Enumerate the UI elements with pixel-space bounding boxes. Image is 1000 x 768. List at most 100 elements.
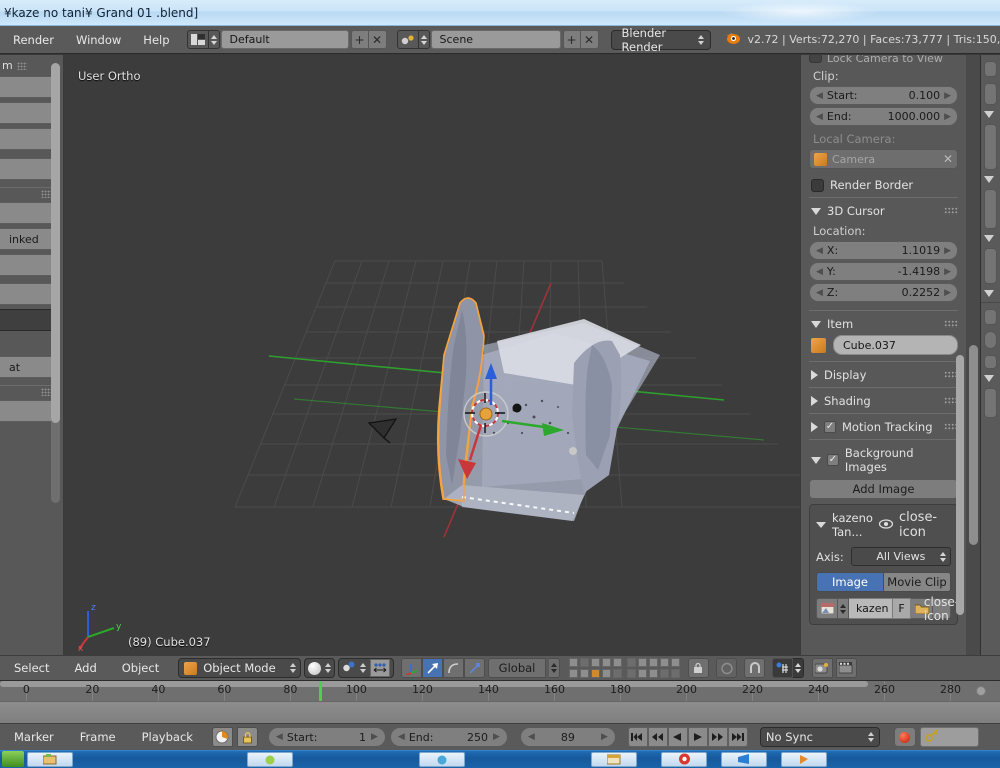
lock-camera-checkbox[interactable] bbox=[809, 55, 822, 63]
decrement-arrow-icon[interactable]: ◀ bbox=[816, 112, 823, 122]
panel-header-background-images[interactable]: ✓ Background Images bbox=[811, 446, 958, 474]
decrement-arrow-icon[interactable]: ◀ bbox=[816, 246, 823, 256]
fake-user-button[interactable]: F bbox=[893, 598, 911, 619]
viewport-scrollbar[interactable] bbox=[966, 55, 980, 655]
taskbar-item[interactable] bbox=[781, 751, 827, 767]
decrement-arrow-icon[interactable]: ◀ bbox=[528, 732, 535, 742]
viewport-scrollbar-thumb[interactable] bbox=[969, 345, 978, 545]
menu-object[interactable]: Object bbox=[111, 656, 170, 680]
source-tab-image[interactable]: Image bbox=[816, 572, 884, 592]
properties-field[interactable] bbox=[984, 331, 997, 349]
menu-window[interactable]: Window bbox=[65, 27, 132, 53]
toolshelf-button-linked[interactable]: inked bbox=[0, 228, 57, 250]
cursor-x-field[interactable]: ◀ X: 1.1019 ▶ bbox=[809, 241, 958, 260]
decrement-arrow-icon[interactable]: ◀ bbox=[816, 288, 823, 298]
cursor-z-field[interactable]: ◀ Z: 0.2252 ▶ bbox=[809, 283, 958, 302]
screen-layout-selector[interactable]: Default + ✕ bbox=[186, 30, 387, 49]
properties-panel-scrollbar[interactable] bbox=[956, 355, 964, 615]
chevron-down-icon[interactable] bbox=[984, 235, 994, 242]
transform-orientation-value[interactable]: Global bbox=[487, 658, 547, 678]
chevron-down-icon[interactable] bbox=[984, 111, 994, 118]
decrement-arrow-icon[interactable]: ◀ bbox=[816, 267, 823, 277]
scene-layers-grid[interactable] bbox=[569, 658, 681, 678]
render-border-checkbox-row[interactable]: Render Border bbox=[811, 178, 958, 192]
panel-header-item[interactable]: Item bbox=[811, 317, 958, 331]
properties-field[interactable] bbox=[984, 83, 997, 105]
increment-arrow-icon[interactable]: ▶ bbox=[944, 246, 951, 256]
chevron-down-icon[interactable] bbox=[984, 375, 994, 382]
play-reverse-icon[interactable] bbox=[667, 727, 688, 747]
increment-arrow-icon[interactable]: ▶ bbox=[493, 732, 500, 742]
render-border-checkbox[interactable] bbox=[811, 178, 824, 192]
taskbar-item[interactable] bbox=[247, 751, 293, 767]
3d-viewport[interactable]: User Ortho (89) Cube.037 z y x bbox=[64, 55, 800, 655]
start-button[interactable] bbox=[2, 751, 24, 767]
properties-field[interactable] bbox=[984, 388, 997, 418]
taskbar-item[interactable] bbox=[591, 751, 637, 767]
toolshelf-button[interactable] bbox=[0, 76, 57, 98]
increment-arrow-icon[interactable]: ▶ bbox=[371, 732, 378, 742]
add-layout-button[interactable]: + bbox=[350, 30, 369, 49]
chevron-down-icon[interactable] bbox=[984, 290, 994, 297]
menu-render[interactable]: Render bbox=[2, 27, 65, 53]
render-camera-icon[interactable] bbox=[812, 658, 834, 678]
manipulate-center-points-icon[interactable] bbox=[369, 659, 390, 677]
snap-target-dropdown[interactable] bbox=[772, 658, 805, 678]
item-name-field[interactable]: Cube.037 bbox=[833, 335, 958, 355]
scale-manipulator-icon[interactable] bbox=[463, 658, 485, 678]
playback-controls[interactable] bbox=[627, 727, 748, 747]
timeline-editor[interactable]: 0 20 40 60 80 100 120 140 160 180 200 220 240 260 280 bbox=[0, 681, 1000, 723]
snap-spinner[interactable] bbox=[793, 658, 805, 678]
add-image-button[interactable]: Add Image bbox=[809, 479, 958, 499]
lock-icon[interactable] bbox=[688, 658, 710, 678]
menu-help[interactable]: Help bbox=[132, 27, 180, 53]
transform-orientation-spinner[interactable] bbox=[549, 658, 561, 678]
jump-start-icon[interactable] bbox=[627, 727, 648, 747]
decrement-arrow-icon[interactable]: ◀ bbox=[398, 732, 405, 742]
increment-arrow-icon[interactable]: ▶ bbox=[944, 267, 951, 277]
pivot-point-dropdown[interactable] bbox=[337, 658, 394, 678]
translate-manipulator-icon[interactable] bbox=[421, 658, 443, 678]
chevron-down-icon[interactable] bbox=[984, 176, 994, 183]
manipulator-toggles[interactable] bbox=[400, 658, 485, 678]
timeline-h-scrollbar[interactable] bbox=[0, 681, 868, 687]
toolshelf-button-flat[interactable]: at bbox=[0, 356, 57, 378]
taskbar-item[interactable] bbox=[721, 751, 767, 767]
scene-selector[interactable]: Scene + ✕ bbox=[396, 30, 599, 49]
clip-end-field[interactable]: ◀ End: 1000.000 ▶ bbox=[809, 107, 958, 126]
source-type-toggle[interactable]: Image Movie Clip bbox=[816, 572, 951, 592]
timeline-ruler[interactable] bbox=[0, 701, 1000, 723]
remove-scene-button[interactable]: ✕ bbox=[580, 30, 599, 49]
toolshelf-button[interactable] bbox=[0, 158, 57, 180]
opengl-render-icon[interactable] bbox=[836, 658, 858, 678]
image-datablock-spinner[interactable] bbox=[838, 598, 849, 619]
manipulator-enable-icon[interactable] bbox=[400, 658, 422, 678]
source-tab-movie-clip[interactable]: Movie Clip bbox=[884, 572, 951, 592]
properties-field[interactable] bbox=[984, 248, 997, 284]
taskbar-item[interactable] bbox=[419, 751, 465, 767]
axis-dropdown[interactable]: All Views bbox=[850, 547, 951, 566]
image-icon[interactable] bbox=[816, 598, 838, 619]
properties-field[interactable] bbox=[984, 124, 997, 170]
decrement-arrow-icon[interactable]: ◀ bbox=[276, 732, 283, 742]
toolshelf-button[interactable] bbox=[0, 202, 57, 224]
chevron-down-icon[interactable] bbox=[816, 522, 826, 528]
properties-tab-icon[interactable] bbox=[984, 61, 997, 77]
lock-icon[interactable] bbox=[236, 727, 258, 747]
close-icon[interactable]: close-icon bbox=[899, 510, 951, 540]
proportional-edit-icon[interactable] bbox=[716, 658, 738, 678]
taskbar-item[interactable] bbox=[661, 751, 707, 767]
timeline-playhead[interactable] bbox=[319, 681, 323, 701]
prev-keyframe-icon[interactable] bbox=[647, 727, 668, 747]
record-keying-icon[interactable] bbox=[211, 727, 233, 747]
timeline-scroll-knob[interactable] bbox=[976, 686, 986, 696]
local-camera-field[interactable]: Camera ✕ bbox=[809, 149, 958, 169]
toolshelf-button[interactable] bbox=[0, 283, 57, 305]
menu-frame[interactable]: Frame bbox=[69, 725, 127, 749]
clear-local-camera-icon[interactable]: ✕ bbox=[943, 152, 953, 166]
decrement-arrow-icon[interactable]: ◀ bbox=[816, 91, 823, 101]
sync-mode-dropdown[interactable]: No Sync bbox=[759, 727, 880, 747]
rotate-manipulator-icon[interactable] bbox=[442, 658, 464, 678]
motion-tracking-checkbox[interactable]: ✓ bbox=[824, 421, 836, 433]
frame-start-field[interactable]: ◀ Start: 1 ▶ bbox=[267, 727, 386, 747]
